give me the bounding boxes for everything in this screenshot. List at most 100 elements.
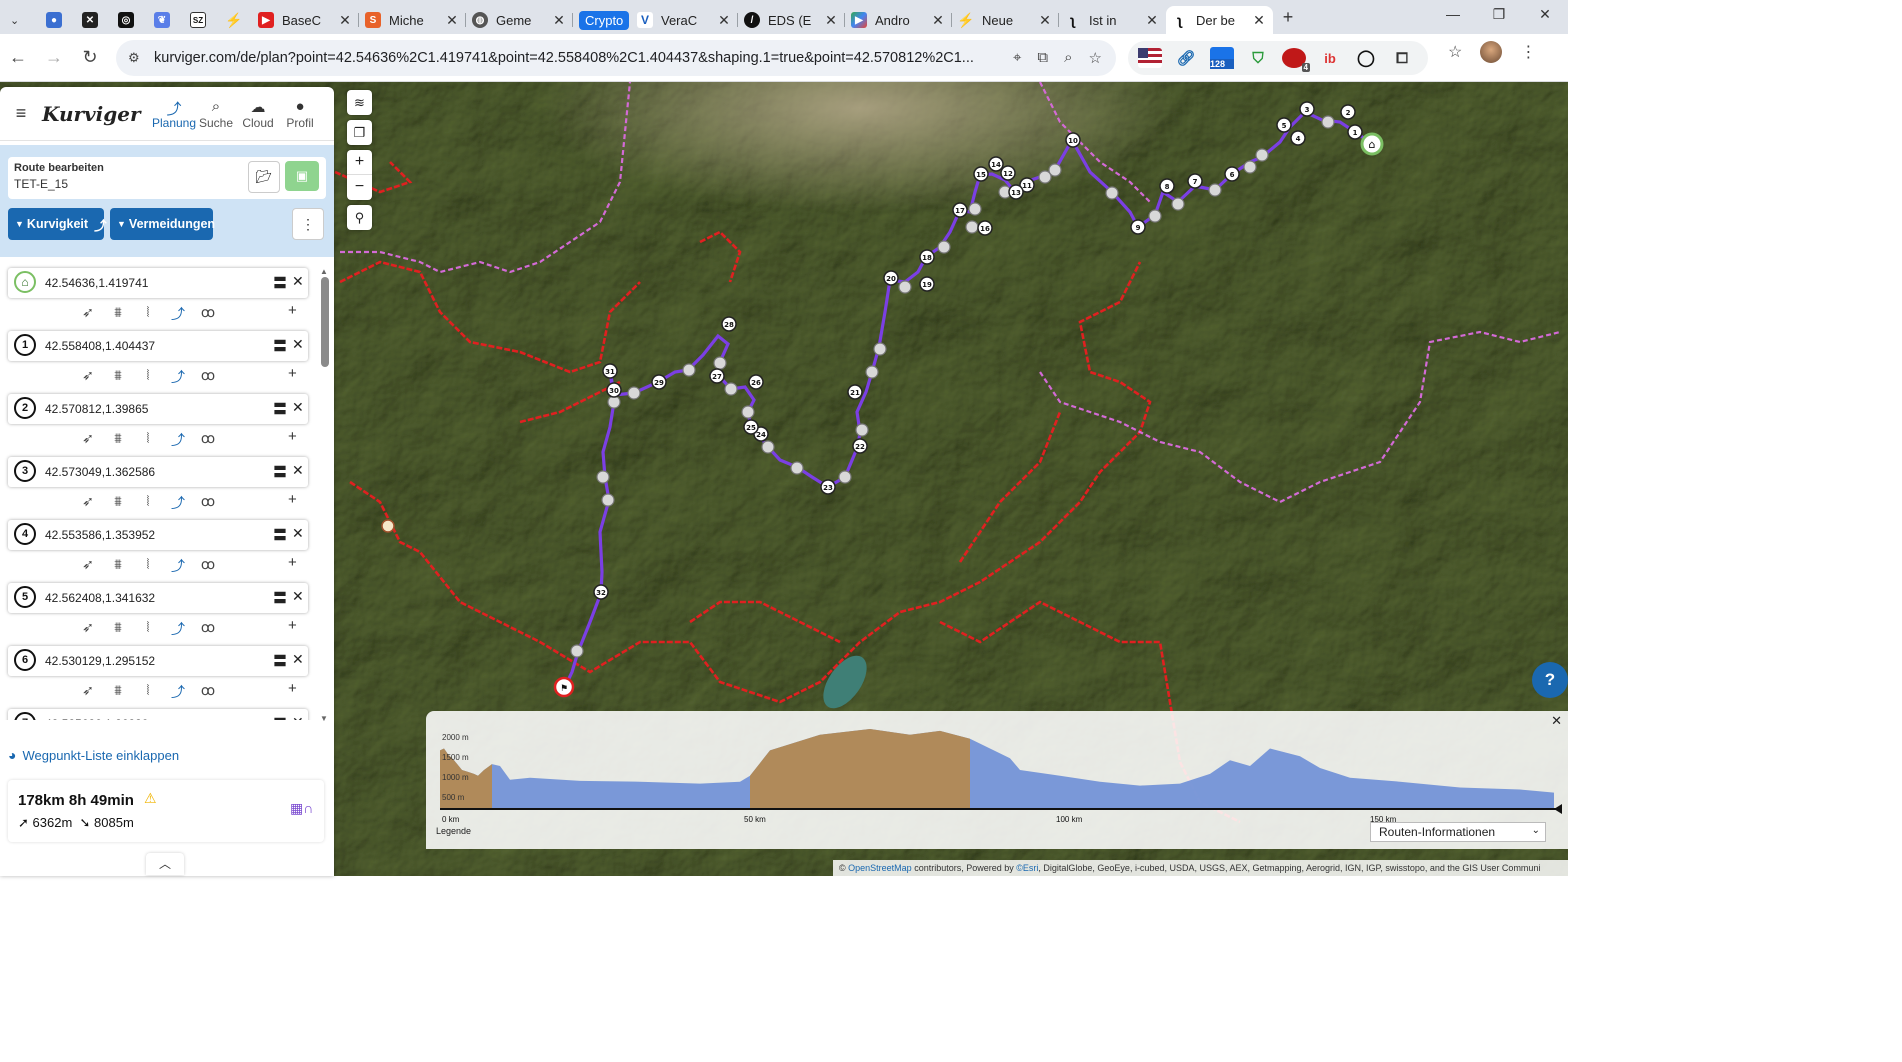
curvy-icon[interactable]: ⤴ (170, 682, 186, 702)
shaping-point[interactable] (965, 220, 979, 234)
highway-icon[interactable]: ⩩ (110, 619, 126, 639)
scroll-thumb[interactable] (321, 277, 329, 367)
close-window-icon[interactable]: ✕ (1522, 0, 1568, 28)
scroll-up-arrow-icon[interactable]: ▲ (320, 267, 328, 276)
waypoint-scrollbar[interactable]: ▲ ▼ (320, 267, 330, 723)
fastest-route-icon[interactable]: ➶ (80, 493, 96, 513)
fastest-route-icon[interactable]: ➶ (80, 619, 96, 639)
curvy-icon[interactable]: ⤴ (170, 493, 186, 513)
zoom-in-button[interactable]: + (347, 150, 372, 175)
zoom-icon[interactable]: ⌕ (1064, 49, 1072, 67)
shaping-point[interactable] (1038, 170, 1052, 184)
add-waypoint-icon[interactable]: + (288, 428, 297, 445)
position-marker-icon[interactable] (1554, 804, 1562, 814)
waypoint-marker[interactable]: 10 (1065, 132, 1081, 148)
close-icon[interactable]: ✕ (337, 12, 353, 29)
waypoint-row[interactable]: 2 42.570812,1.39865 〓 ✕ (8, 394, 308, 424)
shaping-point[interactable] (1208, 183, 1222, 197)
waypoint-marker[interactable]: 5 (1276, 117, 1292, 133)
close-icon[interactable]: ✕ (930, 12, 946, 29)
remove-waypoint-icon[interactable]: ✕ (292, 399, 304, 416)
remove-waypoint-icon[interactable]: ✕ (292, 525, 304, 542)
waypoint-marker[interactable]: 29 (651, 374, 667, 390)
site-info-icon[interactable]: ⚙ (128, 50, 150, 66)
route-name[interactable]: TET-E_15 (14, 177, 68, 191)
more-options-button[interactable]: ⋮ (292, 208, 324, 240)
shaping-point[interactable] (761, 440, 775, 454)
minimize-icon[interactable]: — (1430, 0, 1476, 28)
waypoint-marker[interactable]: 14 (988, 156, 1004, 172)
waypoint-coordinate[interactable]: 42.562408,1.341632 (45, 591, 155, 605)
curvy-icon[interactable]: ⤴ (170, 430, 186, 450)
flag-extension-icon[interactable] (1138, 48, 1162, 68)
overlay-button[interactable]: ❐ (347, 120, 372, 145)
waypoint-marker[interactable]: 26 (748, 374, 764, 390)
scroll-down-arrow-icon[interactable]: ▼ (320, 714, 328, 723)
waypoint-row[interactable]: 7 42.525626,1.26230 〓 ✕ (8, 709, 308, 720)
add-waypoint-icon[interactable]: + (288, 302, 297, 319)
drag-handle-icon[interactable]: 〓 (273, 462, 287, 482)
waypoint-marker[interactable]: 22 (852, 438, 868, 454)
legend-label[interactable]: Legende (436, 826, 471, 836)
highway-icon[interactable]: ⩩ (110, 430, 126, 450)
extra-curvy-icon[interactable]: ꝏ (200, 367, 216, 387)
drag-handle-icon[interactable]: 〓 (273, 651, 287, 671)
extra-curvy-icon[interactable]: ꝏ (200, 430, 216, 450)
start-marker[interactable]: ⌂ (1360, 132, 1384, 156)
highway-icon[interactable]: ⩩ (110, 556, 126, 576)
waypoint-marker[interactable]: 32 (593, 584, 609, 600)
highway-icon[interactable]: ⩩ (110, 682, 126, 702)
waypoint-marker[interactable]: 12 (1000, 165, 1016, 181)
circle-extension-icon[interactable]: ◯ (1354, 48, 1378, 68)
kurviger-logo[interactable]: Kurviger (42, 102, 154, 126)
osm-link[interactable]: OpenStreetMap (848, 863, 912, 873)
waypoint-marker[interactable]: 4 (1290, 130, 1306, 146)
remove-waypoint-icon[interactable]: ✕ (292, 651, 304, 668)
waypoint-marker[interactable]: 31 (602, 363, 618, 379)
calendar-extension-icon[interactable]: 128 (1210, 47, 1234, 69)
restore-icon[interactable]: ❐ (1476, 0, 1522, 28)
highway-icon[interactable]: ⩩ (110, 493, 126, 513)
highway-icon[interactable]: ⩩ (110, 367, 126, 387)
waypoint-coordinate[interactable]: 42.525626,1.26230 (45, 717, 148, 720)
warning-icon[interactable]: ⚠ (144, 790, 157, 807)
shaping-point[interactable] (865, 365, 879, 379)
tab-michael[interactable]: S Miche ✕ (359, 6, 466, 34)
waypoint-coordinate[interactable]: 42.54636,1.419741 (45, 276, 148, 290)
waypoint-marker[interactable]: 13 (1008, 184, 1024, 200)
remove-waypoint-icon[interactable]: ✕ (292, 336, 304, 353)
puzzle-extensions-icon[interactable]: ⧠ (1390, 48, 1414, 68)
add-waypoint-icon[interactable]: + (288, 365, 297, 382)
waypoint-marker[interactable]: 2 (1340, 104, 1356, 120)
kurvigkeit-dropdown-button[interactable]: ▼ Kurvigkeit ⤴ (8, 208, 107, 240)
slight-curve-icon[interactable]: ⦚ (140, 619, 156, 639)
extra-curvy-icon[interactable]: ꝏ (200, 304, 216, 324)
tab-pinned-5[interactable]: SZ (180, 6, 216, 34)
highway-icon[interactable]: ⩩ (110, 304, 126, 324)
shaping-point[interactable] (724, 382, 738, 396)
shaping-point[interactable] (596, 470, 610, 484)
vermeidungen-dropdown-button[interactable]: ▼ Vermeidungen (110, 208, 215, 240)
tab-pinned-2[interactable]: ✕ (72, 6, 108, 34)
waypoint-coordinate[interactable]: 42.530129,1.295152 (45, 654, 155, 668)
waypoint-marker[interactable]: 6 (1224, 166, 1240, 182)
location-icon[interactable]: ⌖ (1013, 49, 1021, 67)
tab-pinned-1[interactable]: ● (36, 6, 72, 34)
waypoint-marker[interactable]: 27 (709, 368, 725, 384)
nav-cloud[interactable]: ☁ Cloud (238, 98, 278, 130)
shaping-point[interactable] (1171, 197, 1185, 211)
curvy-icon[interactable]: ⤴ (170, 304, 186, 324)
profile-avatar[interactable] (1480, 41, 1503, 63)
new-tab-button[interactable]: + (1273, 7, 1303, 28)
shaping-point[interactable] (601, 493, 615, 507)
waypoint-marker[interactable]: 20 (883, 270, 899, 286)
slight-curve-icon[interactable]: ⦚ (140, 367, 156, 387)
tab-neue[interactable]: ⚡ Neue ✕ (952, 6, 1059, 34)
close-icon[interactable]: ✕ (1251, 12, 1267, 29)
save-button[interactable]: ▣ (285, 161, 319, 191)
shaping-point[interactable] (873, 342, 887, 356)
waypoint-marker[interactable]: 7 (1187, 173, 1203, 189)
close-icon[interactable]: ✕ (1037, 12, 1053, 29)
fastest-route-icon[interactable]: ➶ (80, 304, 96, 324)
slight-curve-icon[interactable]: ⦚ (140, 430, 156, 450)
